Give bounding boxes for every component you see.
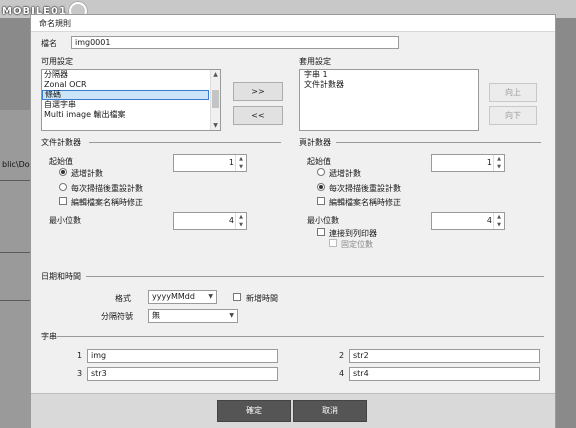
separator-select-value: 無 (152, 311, 160, 320)
file-name-input[interactable]: img0001 (71, 36, 399, 49)
add-time-label: 新增時間 (246, 294, 278, 303)
list-item[interactable]: 字串 1 (300, 70, 478, 80)
doc-min-digits-spinner[interactable]: 4 ▲ ▼ (173, 212, 247, 230)
section-divider (89, 142, 281, 143)
page-min-digits-value: 4 (486, 216, 492, 225)
fixed-digits-label: 固定位數 (341, 240, 373, 249)
doc-start-spinner[interactable]: 1 ▲ ▼ (173, 154, 247, 172)
doc-start-label: 起始值 (49, 157, 73, 166)
page-counter-title: 頁計數器 (299, 138, 331, 147)
doc-start-value: 1 (228, 158, 234, 167)
string-3-input[interactable]: str3 (87, 367, 278, 381)
background-divider (0, 180, 30, 181)
page-sort-reset-radio[interactable] (317, 183, 325, 191)
page-start-spinner[interactable]: 1 ▲ ▼ (431, 154, 505, 172)
list-item[interactable]: 文件計數器 (300, 80, 478, 90)
in-use-settings-list[interactable]: 字串 1 文件計數器 (299, 69, 479, 131)
section-divider (57, 336, 544, 337)
doc-min-digits-label: 最小位數 (49, 216, 81, 225)
add-time-checkbox[interactable] (233, 293, 241, 301)
dialog-title: 命名規則 (39, 19, 71, 28)
string-4-input[interactable]: str4 (349, 367, 540, 381)
background-side-panel (0, 110, 30, 428)
chevron-down-icon: ▼ (229, 312, 234, 319)
string-2-number: 2 (339, 351, 345, 360)
separator-label: 分隔符號 (101, 312, 133, 321)
scroll-up-arrow-icon[interactable]: ▲ (211, 70, 220, 79)
string-4-number: 4 (339, 369, 345, 378)
section-divider (336, 142, 541, 143)
format-label: 格式 (115, 294, 131, 303)
string-2-input[interactable]: str2 (349, 349, 540, 363)
naming-rule-dialog: 命名規則 檔名 img0001 可用設定 分隔器 Zonal OCR 條碼 自選… (30, 14, 556, 428)
format-select-value: yyyyMMdd (152, 292, 195, 301)
dialog-button-bar: 確定 取消 (31, 393, 555, 428)
list-item-selected[interactable]: 條碼 (42, 90, 209, 100)
strings-title: 字串 (41, 332, 57, 341)
file-name-label: 檔名 (41, 39, 57, 48)
list-item[interactable]: Zonal OCR (42, 80, 220, 90)
link-printer-checkbox[interactable] (317, 228, 325, 236)
page-edit-fix-checkbox[interactable] (317, 197, 325, 205)
dialog-titlebar: 命名規則 (31, 15, 555, 32)
move-down-button[interactable]: 向下 (489, 106, 537, 125)
doc-increment-label: 遞增計數 (71, 169, 103, 178)
add-setting-button[interactable]: >> (233, 82, 283, 101)
spinner-arrows-icon[interactable]: ▲ ▼ (235, 155, 246, 171)
page-increment-radio[interactable] (317, 168, 325, 176)
ok-button[interactable]: 確定 (217, 400, 291, 422)
page-edit-fix-label: 編輯檔案名稱時修正 (329, 198, 401, 207)
list-item[interactable]: 自選字串 (42, 100, 220, 110)
list-scrollbar[interactable]: ▲ ▼ (210, 70, 220, 130)
format-select[interactable]: yyyyMMdd ▼ (148, 290, 217, 304)
available-settings-label: 可用設定 (41, 57, 73, 66)
spinner-arrows-icon[interactable]: ▲ ▼ (235, 213, 246, 229)
remove-setting-button[interactable]: << (233, 106, 283, 125)
doc-increment-radio[interactable] (59, 168, 67, 176)
doc-counter-title: 文件計數器 (41, 138, 81, 147)
link-printer-label: 連接到列印器 (329, 229, 377, 238)
page-sort-reset-label: 每次掃描後重設計數 (329, 184, 401, 193)
scroll-down-arrow-icon[interactable]: ▼ (211, 121, 220, 130)
list-item[interactable]: Multi image 輸出檔案 (42, 110, 220, 120)
doc-sort-reset-label: 每次掃描後重設計數 (71, 184, 143, 193)
background-divider (0, 300, 30, 301)
doc-min-digits-value: 4 (228, 216, 234, 225)
move-up-button[interactable]: 向上 (489, 83, 537, 102)
page-increment-label: 遞增計數 (329, 169, 361, 178)
datetime-title: 日期和時間 (41, 272, 81, 281)
section-divider (86, 276, 544, 277)
page-min-digits-spinner[interactable]: 4 ▲ ▼ (431, 212, 505, 230)
separator-select[interactable]: 無 ▼ (148, 309, 238, 323)
chevron-down-icon: ▼ (208, 293, 213, 300)
spinner-arrows-icon[interactable]: ▲ ▼ (493, 155, 504, 171)
available-settings-list[interactable]: 分隔器 Zonal OCR 條碼 自選字串 Multi image 輸出檔案 ▲… (41, 69, 221, 131)
fixed-digits-checkbox[interactable] (329, 239, 337, 247)
string-1-input[interactable]: img (87, 349, 278, 363)
doc-edit-fix-label: 編輯檔案名稱時修正 (71, 198, 143, 207)
spinner-arrows-icon[interactable]: ▲ ▼ (493, 213, 504, 229)
page-start-label: 起始值 (307, 157, 331, 166)
scroll-thumb[interactable] (212, 90, 219, 108)
doc-sort-reset-radio[interactable] (59, 183, 67, 191)
in-use-settings-label: 套用設定 (299, 57, 331, 66)
background-divider (0, 252, 30, 253)
page-start-value: 1 (486, 158, 492, 167)
list-item[interactable]: 分隔器 (42, 70, 220, 80)
string-1-number: 1 (77, 351, 83, 360)
doc-edit-fix-checkbox[interactable] (59, 197, 67, 205)
string-3-number: 3 (77, 369, 83, 378)
page-min-digits-label: 最小位數 (307, 216, 339, 225)
cancel-button[interactable]: 取消 (293, 400, 367, 422)
